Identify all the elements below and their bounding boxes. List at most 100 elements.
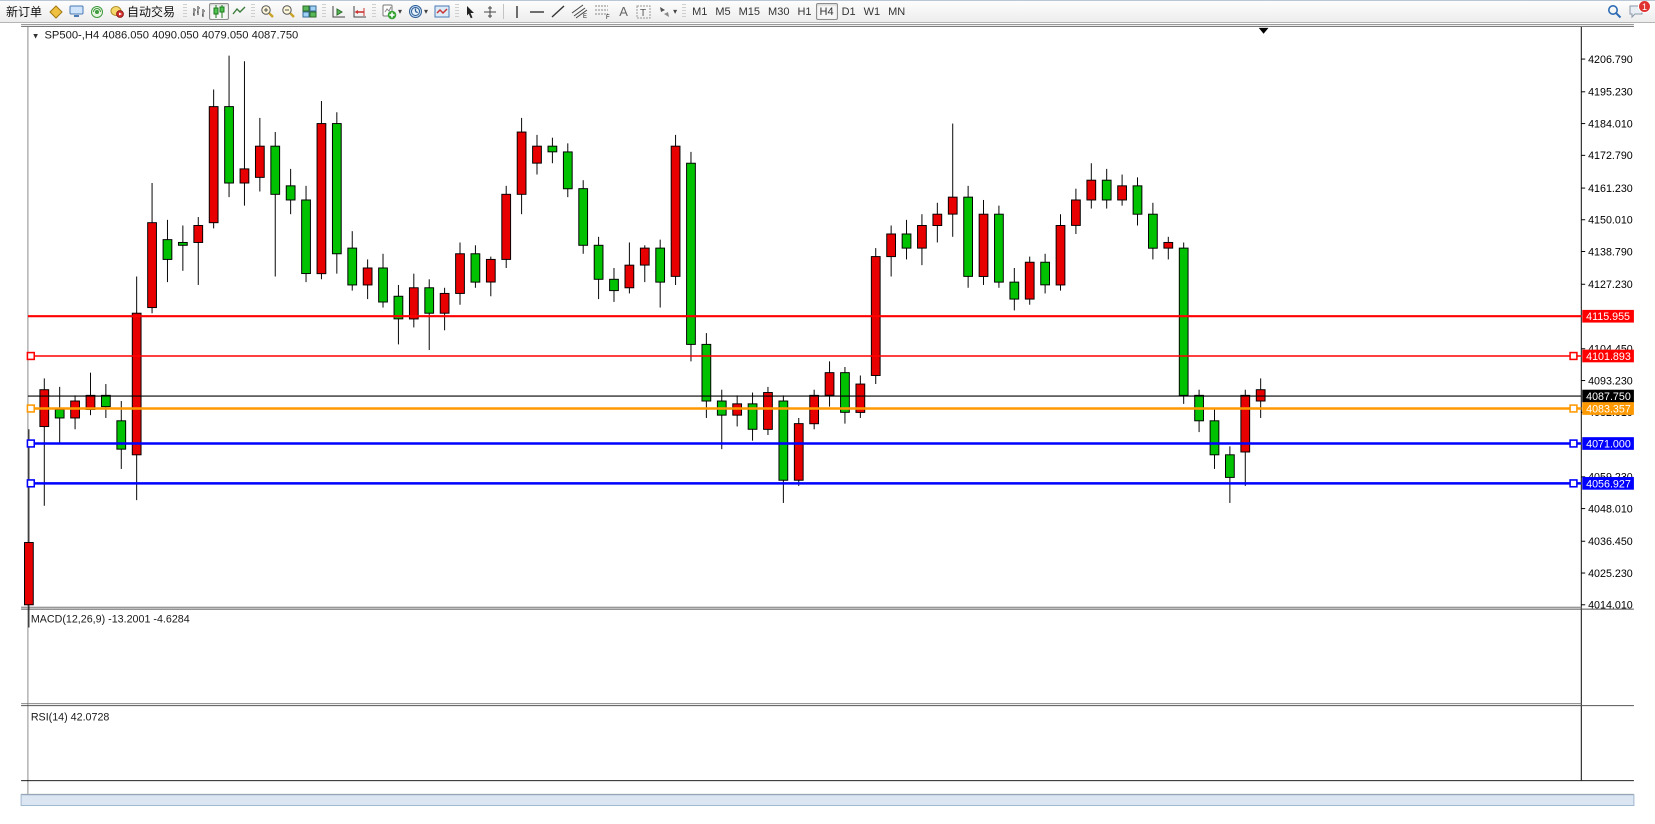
- price-badge-label: 4056.927: [1586, 478, 1631, 490]
- zoom-in-button[interactable]: [257, 3, 278, 20]
- candlestick: [625, 265, 634, 288]
- mt4-window: 新订单 自动交易 ▾: [0, 0, 1655, 824]
- periods-button[interactable]: ▾: [405, 3, 431, 20]
- candlestick: [533, 146, 542, 163]
- chart-canvas[interactable]: 4206.7904195.2304184.0104172.7904161.230…: [0, 23, 1655, 824]
- equidistant-channel-button[interactable]: E: [568, 3, 591, 20]
- tab-timeframe-mn[interactable]: MN: [884, 3, 909, 20]
- hline-handle[interactable]: [1570, 480, 1577, 487]
- candlestick: [1164, 242, 1173, 248]
- templates-button[interactable]: [431, 3, 453, 20]
- candlestick: [332, 124, 341, 254]
- text-button[interactable]: A: [614, 3, 633, 20]
- candlestick: [579, 189, 588, 246]
- horizontal-line-button[interactable]: [526, 3, 548, 20]
- hline-handle[interactable]: [27, 440, 34, 447]
- trendline-button[interactable]: [548, 3, 568, 20]
- candlestick: [271, 146, 280, 194]
- signals-icon[interactable]: [87, 3, 107, 20]
- candlestick: [178, 242, 187, 245]
- auto-scroll-button[interactable]: [328, 3, 349, 20]
- bar-chart-button[interactable]: [189, 3, 209, 20]
- candlestick: [1041, 262, 1050, 285]
- text-label-button[interactable]: T: [633, 3, 654, 20]
- metaeditor-icon[interactable]: [46, 3, 66, 20]
- price-badge-label: 4083.357: [1586, 403, 1631, 415]
- candlestick: [995, 214, 1004, 282]
- hline-handle[interactable]: [1570, 405, 1577, 412]
- zoom-out-button[interactable]: [278, 3, 299, 20]
- hline-handle[interactable]: [1570, 353, 1577, 360]
- price-tick-label: 4195.230: [1588, 87, 1633, 99]
- tab-timeframe-w1[interactable]: W1: [860, 3, 885, 20]
- cursor-button[interactable]: [461, 3, 480, 20]
- hline-handle[interactable]: [27, 480, 34, 487]
- chart-area[interactable]: 4206.7904195.2304184.0104172.7904161.230…: [0, 23, 1655, 824]
- rsi-label: RSI(14) 42.0728: [31, 712, 110, 724]
- tab-timeframe-d1[interactable]: D1: [838, 3, 860, 20]
- status-strip: [21, 795, 1634, 806]
- indicators-button[interactable]: ▾: [378, 3, 405, 20]
- autotrading-button[interactable]: 自动交易: [107, 3, 181, 20]
- hline-handle[interactable]: [1570, 440, 1577, 447]
- candlestick: [1072, 200, 1081, 225]
- search-icon[interactable]: [1604, 3, 1625, 20]
- price-tick-label: 4025.230: [1588, 568, 1633, 580]
- candlestick: [456, 254, 465, 294]
- candlestick: [302, 200, 311, 274]
- candlestick: [55, 409, 64, 417]
- fibonacci-button[interactable]: F: [591, 3, 614, 20]
- candlestick: [563, 152, 572, 189]
- line-chart-button[interactable]: [229, 3, 249, 20]
- candlestick: [486, 259, 495, 282]
- price-tick-label: 4161.230: [1588, 183, 1633, 195]
- candlestick: [1133, 186, 1142, 214]
- hline-handle[interactable]: [27, 353, 34, 360]
- chart-background: [21, 23, 1634, 806]
- candlestick: [1010, 282, 1019, 299]
- candlestick: [979, 214, 988, 276]
- notification-badge: 1: [1638, 0, 1651, 13]
- new-order-button[interactable]: 新订单: [2, 3, 46, 20]
- candlestick-chart-button[interactable]: [209, 3, 229, 20]
- tab-timeframe-h1[interactable]: H1: [793, 3, 815, 20]
- chart-shift-button[interactable]: [349, 3, 370, 20]
- arrows-tool-button[interactable]: ▾: [654, 3, 680, 20]
- candlestick: [948, 197, 957, 214]
- candlestick: [194, 226, 203, 243]
- candlestick: [379, 268, 388, 302]
- candlestick: [132, 313, 141, 455]
- svg-text:F: F: [606, 15, 610, 19]
- candlestick: [117, 421, 126, 449]
- candlestick: [163, 240, 172, 260]
- chat-icon[interactable]: 1: [1625, 3, 1647, 20]
- tab-timeframe-m30[interactable]: M30: [764, 3, 793, 20]
- hline-handle[interactable]: [27, 405, 34, 412]
- tab-timeframe-h4[interactable]: H4: [816, 3, 838, 20]
- tab-timeframe-m1[interactable]: M1: [688, 3, 711, 20]
- tab-timeframe-m5[interactable]: M5: [711, 3, 734, 20]
- candlestick: [964, 197, 973, 276]
- candlestick: [902, 234, 911, 248]
- vertical-line-button[interactable]: [507, 3, 526, 20]
- arrows-dropdown-caret[interactable]: ▾: [673, 7, 677, 16]
- candlestick: [1256, 390, 1265, 401]
- candlestick: [656, 248, 665, 282]
- candlestick: [348, 248, 357, 285]
- price-tick-label: 4093.230: [1588, 375, 1633, 387]
- tab-timeframe-m15[interactable]: M15: [735, 3, 764, 20]
- candlestick: [841, 373, 850, 413]
- periods-dropdown-caret[interactable]: ▾: [424, 7, 428, 16]
- candlestick: [1149, 214, 1158, 248]
- terminal-icon[interactable]: [66, 3, 87, 20]
- indicators-dropdown-caret[interactable]: ▾: [398, 7, 402, 16]
- collapse-arrow-icon[interactable]: ▼: [32, 32, 40, 41]
- candlestick: [148, 223, 157, 308]
- candlestick: [887, 234, 896, 257]
- candlestick: [779, 401, 788, 480]
- macd-label: MACD(12,26,9) -13.2001 -4.6284: [31, 613, 190, 625]
- candlestick: [101, 395, 110, 406]
- candlestick: [240, 169, 249, 183]
- crosshair-button[interactable]: [480, 3, 500, 20]
- tile-windows-button[interactable]: [299, 3, 320, 20]
